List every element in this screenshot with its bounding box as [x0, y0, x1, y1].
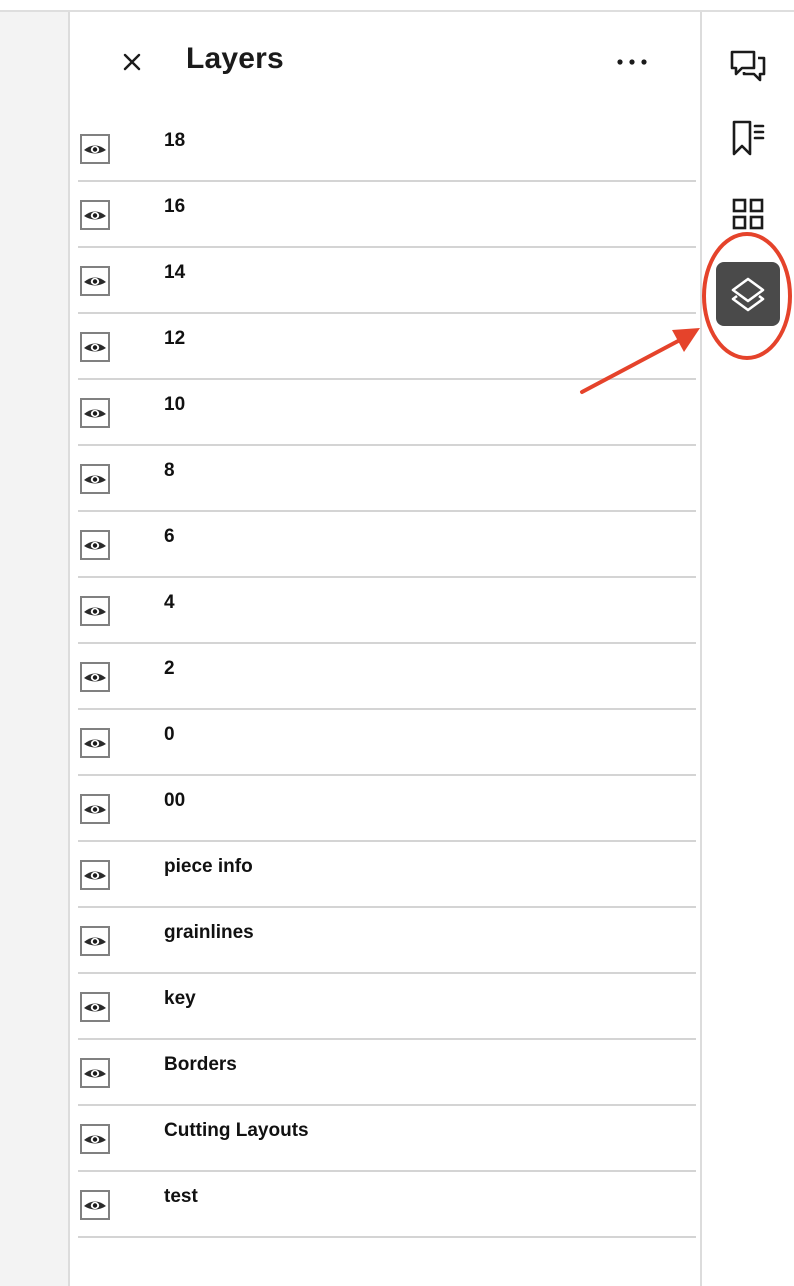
layer-row[interactable]: key — [78, 974, 696, 1040]
visibility-toggle[interactable] — [80, 200, 110, 230]
visibility-toggle[interactable] — [80, 332, 110, 362]
layer-row[interactable]: test — [78, 1172, 696, 1238]
visibility-toggle[interactable] — [80, 662, 110, 692]
eye-icon — [84, 145, 106, 154]
layer-name: test — [164, 1186, 198, 1207]
thumbnails-icon — [732, 198, 764, 230]
eye-icon — [84, 937, 106, 946]
layers-button[interactable] — [716, 262, 780, 326]
eye-icon — [84, 1069, 106, 1078]
visibility-toggle[interactable] — [80, 794, 110, 824]
layer-name: 0 — [164, 724, 175, 745]
document-gutter — [0, 0, 70, 1286]
layer-row[interactable]: 8 — [78, 446, 696, 512]
eye-icon — [84, 871, 106, 880]
layers-icon — [731, 277, 765, 312]
layer-name: 8 — [164, 460, 175, 481]
layer-name: piece info — [164, 856, 253, 877]
layer-name: key — [164, 988, 196, 1009]
close-button[interactable] — [114, 44, 150, 80]
layer-name: grainlines — [164, 922, 254, 943]
close-icon — [123, 53, 141, 71]
layer-row[interactable]: 0 — [78, 710, 696, 776]
bookmarks-button[interactable] — [716, 106, 780, 170]
eye-icon — [84, 541, 106, 550]
layer-row[interactable]: 10 — [78, 380, 696, 446]
eye-icon — [84, 607, 106, 616]
layer-row[interactable]: 16 — [78, 182, 696, 248]
layer-name: Borders — [164, 1054, 237, 1075]
eye-icon — [84, 277, 106, 286]
layer-name: Cutting Layouts — [164, 1120, 309, 1141]
layer-name: 6 — [164, 526, 175, 547]
visibility-toggle[interactable] — [80, 530, 110, 560]
eye-icon — [84, 1201, 106, 1210]
eye-icon — [84, 805, 106, 814]
visibility-toggle[interactable] — [80, 596, 110, 626]
eye-icon — [84, 1003, 106, 1012]
comments-button[interactable] — [716, 34, 780, 98]
eye-icon — [84, 211, 106, 220]
visibility-toggle[interactable] — [80, 860, 110, 890]
panel-title: Layers — [186, 42, 284, 75]
visibility-toggle[interactable] — [80, 1190, 110, 1220]
panel-header: Layers — [70, 12, 700, 116]
layer-list: 18 16 14 12 10 8 6 4 2 0 00 piece info grainlines key… — [78, 116, 696, 1238]
more-horizontal-icon — [617, 59, 647, 65]
top-divider — [0, 0, 794, 12]
layer-name: 4 — [164, 592, 175, 613]
layers-panel: Layers 18 16 14 12 10 8 6 4 2 0 00 piece info grainl… — [70, 12, 700, 1286]
layer-row[interactable]: grainlines — [78, 908, 696, 974]
layer-row[interactable]: 14 — [78, 248, 696, 314]
layer-row[interactable]: 4 — [78, 578, 696, 644]
visibility-toggle[interactable] — [80, 926, 110, 956]
layer-row[interactable]: 2 — [78, 644, 696, 710]
layer-row[interactable]: 6 — [78, 512, 696, 578]
visibility-toggle[interactable] — [80, 728, 110, 758]
layer-row[interactable]: 12 — [78, 314, 696, 380]
layer-row[interactable]: Borders — [78, 1040, 696, 1106]
layer-name: 10 — [164, 394, 186, 415]
eye-icon — [84, 409, 106, 418]
eye-icon — [84, 343, 106, 352]
layer-row[interactable]: 00 — [78, 776, 696, 842]
layer-row[interactable]: 18 — [78, 116, 696, 182]
thumbnails-button[interactable] — [716, 182, 780, 246]
right-rail — [700, 12, 794, 1286]
eye-icon — [84, 673, 106, 682]
bookmarks-icon — [732, 120, 765, 156]
more-options-button[interactable] — [610, 44, 654, 80]
visibility-toggle[interactable] — [80, 1124, 110, 1154]
visibility-toggle[interactable] — [80, 1058, 110, 1088]
layer-name: 14 — [164, 262, 186, 283]
visibility-toggle[interactable] — [80, 464, 110, 494]
layer-name: 00 — [164, 790, 186, 811]
layer-name: 18 — [164, 130, 186, 151]
layer-name: 12 — [164, 328, 186, 349]
eye-icon — [84, 1135, 106, 1144]
layer-name: 16 — [164, 196, 186, 217]
visibility-toggle[interactable] — [80, 266, 110, 296]
eye-icon — [84, 739, 106, 748]
comments-icon — [730, 50, 766, 82]
layer-name: 2 — [164, 658, 175, 679]
layer-row[interactable]: piece info — [78, 842, 696, 908]
visibility-toggle[interactable] — [80, 992, 110, 1022]
layer-row[interactable]: Cutting Layouts — [78, 1106, 696, 1172]
eye-icon — [84, 475, 106, 484]
visibility-toggle[interactable] — [80, 398, 110, 428]
visibility-toggle[interactable] — [80, 134, 110, 164]
